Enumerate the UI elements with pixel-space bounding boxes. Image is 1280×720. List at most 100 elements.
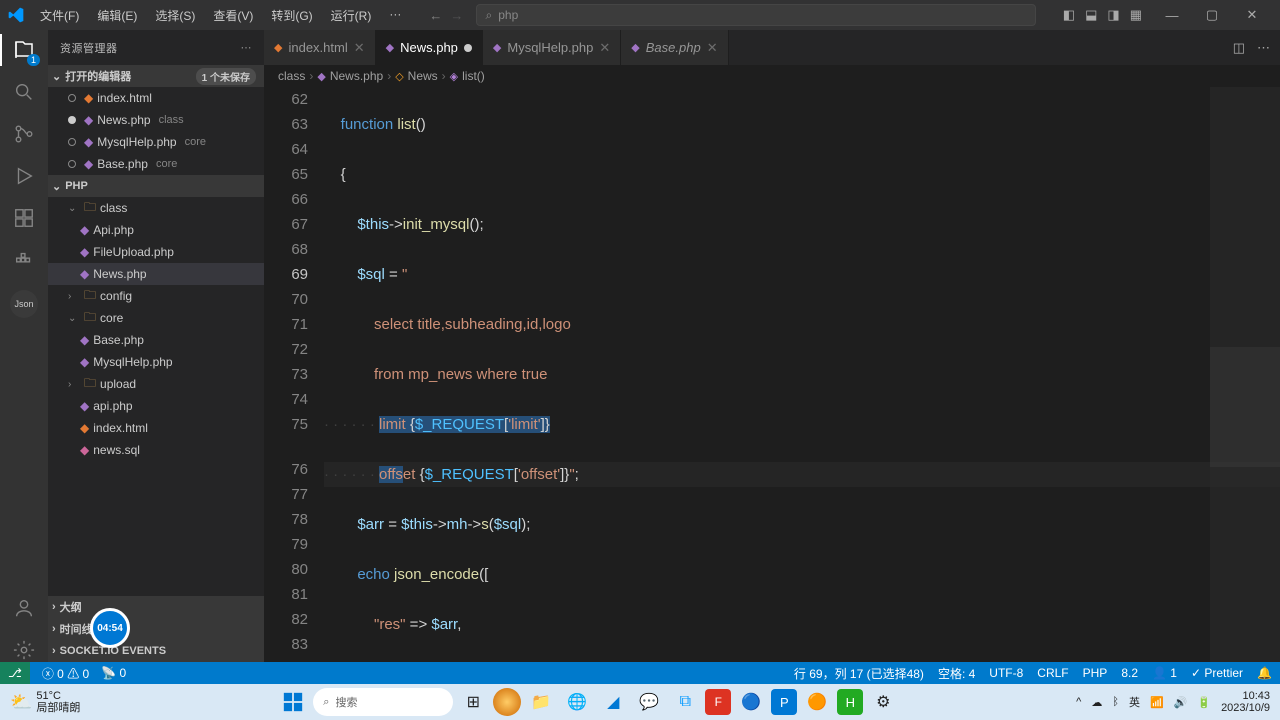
code-area[interactable]: 6263646566676869707172737475767778798081… — [264, 87, 1280, 662]
split-editor-icon[interactable]: ◫ — [1233, 40, 1245, 56]
status-spaces[interactable]: 空格: 4 — [938, 665, 975, 682]
outline-header[interactable]: ›大纲 — [48, 596, 264, 618]
remote-indicator[interactable]: ⎇ — [0, 662, 30, 684]
file-item[interactable]: ◆index.html — [48, 417, 264, 439]
unsaved-badge: 1 个未保存 — [196, 68, 256, 85]
app-icon[interactable]: P — [771, 689, 797, 715]
open-editors-header[interactable]: ⌄ 打开的编辑器 1 个未保存 — [48, 65, 264, 87]
nav-forward-icon[interactable]: → — [450, 8, 463, 23]
app-icon[interactable] — [493, 688, 521, 716]
menu-view[interactable]: 查看(V) — [205, 3, 261, 28]
clock[interactable]: 10:43 2023/10/9 — [1221, 690, 1270, 714]
app-icon[interactable]: ⚙ — [867, 686, 899, 718]
timer-badge[interactable]: 04:54 — [90, 608, 130, 648]
menu-select[interactable]: 选择(S) — [147, 3, 203, 28]
breadcrumbs[interactable]: class› ◆News.php› ◇News› ◈list() — [264, 65, 1280, 87]
minimap[interactable] — [1210, 87, 1280, 662]
editor-tab[interactable]: ◆Base.php✕ — [621, 30, 728, 65]
tray-wifi-icon[interactable]: 📶 — [1150, 696, 1164, 709]
folder-item[interactable]: ›🗀upload — [48, 373, 264, 395]
tray-onedrive-icon[interactable]: ☁ — [1091, 696, 1102, 709]
status-version[interactable]: 8.2 — [1121, 666, 1138, 680]
task-view-icon[interactable]: ⊞ — [457, 686, 489, 718]
status-errors[interactable]: ⓧ 0 ⚠ 0 — [42, 665, 89, 682]
search-activity-icon[interactable] — [12, 80, 36, 104]
maximize-icon[interactable]: ▢ — [1192, 0, 1232, 30]
nav-back-icon[interactable]: ← — [429, 8, 442, 23]
sidebar: 资源管理器 ⋯ ⌄ 打开的编辑器 1 个未保存 ◆index.html ◆New… — [48, 30, 264, 662]
menu-file[interactable]: 文件(F) — [32, 3, 87, 28]
tray-chevron-icon[interactable]: ^ — [1076, 696, 1081, 708]
timeline-header[interactable]: ›时间线 — [48, 618, 264, 640]
app-icon[interactable]: 💬 — [633, 686, 665, 718]
close-icon[interactable]: ✕ — [1232, 0, 1272, 30]
editor-tab[interactable]: ◆MysqlHelp.php✕ — [483, 30, 621, 65]
menu-run[interactable]: 运行(R) — [323, 3, 380, 28]
layout-right-icon[interactable]: ◨ — [1107, 7, 1119, 23]
run-debug-icon[interactable] — [12, 164, 36, 188]
file-item[interactable]: ◆Api.php — [48, 219, 264, 241]
ime-indicator[interactable]: 英 — [1129, 694, 1140, 710]
folder-item[interactable]: ⌄🗀core — [48, 307, 264, 329]
explorer-icon[interactable]: 1 — [12, 38, 36, 62]
status-cursor[interactable]: 行 69，列 17 (已选择48) — [794, 665, 924, 682]
chrome-icon[interactable]: 🔵 — [735, 686, 767, 718]
tray-bluetooth-icon[interactable]: ᛒ — [1112, 696, 1119, 708]
sidebar-more-icon[interactable]: ⋯ — [241, 41, 253, 54]
tray-volume-icon[interactable]: 🔊 — [1174, 696, 1188, 709]
taskbar-search[interactable]: ⌕搜索 — [313, 688, 453, 716]
settings-icon[interactable] — [12, 638, 36, 662]
layout-bottom-icon[interactable]: ⬓ — [1085, 7, 1097, 23]
weather-widget[interactable]: 51°C 局部晴朗 — [36, 690, 80, 714]
menu-goto[interactable]: 转到(G) — [263, 3, 320, 28]
tray-battery-icon[interactable]: 🔋 — [1197, 696, 1211, 709]
main-layout: 1 Json 资源管理器 ⋯ ⌄ 打开的编辑器 1 个未保存 ◆index.ht… — [0, 30, 1280, 662]
account-icon[interactable] — [12, 596, 36, 620]
weather-icon[interactable]: ⛅ — [10, 692, 32, 713]
start-icon[interactable] — [277, 686, 309, 718]
json-icon[interactable]: Json — [10, 290, 38, 318]
open-editor-item[interactable]: ◆MysqlHelp.phpcore — [48, 131, 264, 153]
app-icon[interactable]: ◢ — [597, 686, 629, 718]
status-prettier[interactable]: ✓ Prettier — [1191, 666, 1243, 680]
socketio-header[interactable]: ›SOCKET.IO EVENTS — [48, 640, 264, 662]
app-icon[interactable]: F — [705, 689, 731, 715]
file-item[interactable]: ◆News.php — [48, 263, 264, 285]
status-port[interactable]: 📡 0 — [101, 666, 126, 680]
editor-tabs: ◆index.html✕◆News.php◆MysqlHelp.php✕◆Bas… — [264, 30, 1280, 65]
layout-grid-icon[interactable]: ▦ — [1130, 7, 1142, 23]
status-lang[interactable]: PHP — [1083, 666, 1108, 680]
menu-more[interactable]: ··· — [381, 3, 409, 28]
status-bell-icon[interactable]: 🔔 — [1257, 666, 1272, 680]
status-notif[interactable]: 👤 1 — [1152, 666, 1177, 680]
open-editor-item[interactable]: ◆News.phpclass — [48, 109, 264, 131]
status-eol[interactable]: CRLF — [1037, 666, 1068, 680]
folder-item[interactable]: ⌄🗀class — [48, 197, 264, 219]
command-center[interactable]: ⌕ php — [476, 4, 1036, 26]
open-editor-item[interactable]: ◆index.html — [48, 87, 264, 109]
file-item[interactable]: ◆MysqlHelp.php — [48, 351, 264, 373]
folder-item[interactable]: ›🗀config — [48, 285, 264, 307]
file-item[interactable]: ◆api.php — [48, 395, 264, 417]
code-lines[interactable]: function list() { $this->init_mysql(); $… — [324, 87, 1280, 662]
open-editor-item[interactable]: ◆Base.phpcore — [48, 153, 264, 175]
vscode-app-icon[interactable]: ⧉ — [669, 686, 701, 718]
app-icon[interactable]: 🟠 — [801, 686, 833, 718]
project-header[interactable]: ⌄ PHP — [48, 175, 264, 197]
source-control-icon[interactable] — [12, 122, 36, 146]
tab-more-icon[interactable]: ⋯ — [1257, 40, 1270, 56]
app-icon[interactable]: H — [837, 689, 863, 715]
docker-icon[interactable] — [12, 248, 36, 272]
file-item[interactable]: ◆Base.php — [48, 329, 264, 351]
file-item[interactable]: ◆news.sql — [48, 439, 264, 461]
editor-tab[interactable]: ◆index.html✕ — [264, 30, 376, 65]
file-item[interactable]: ◆FileUpload.php — [48, 241, 264, 263]
explorer-app-icon[interactable]: 📁 — [525, 686, 557, 718]
minimize-icon[interactable]: — — [1152, 0, 1192, 30]
editor-tab[interactable]: ◆News.php — [376, 30, 483, 65]
menu-edit[interactable]: 编辑(E) — [89, 3, 145, 28]
layout-left-icon[interactable]: ◧ — [1063, 7, 1075, 23]
status-encoding[interactable]: UTF-8 — [989, 666, 1023, 680]
extensions-icon[interactable] — [12, 206, 36, 230]
edge-icon[interactable]: 🌐 — [561, 686, 593, 718]
